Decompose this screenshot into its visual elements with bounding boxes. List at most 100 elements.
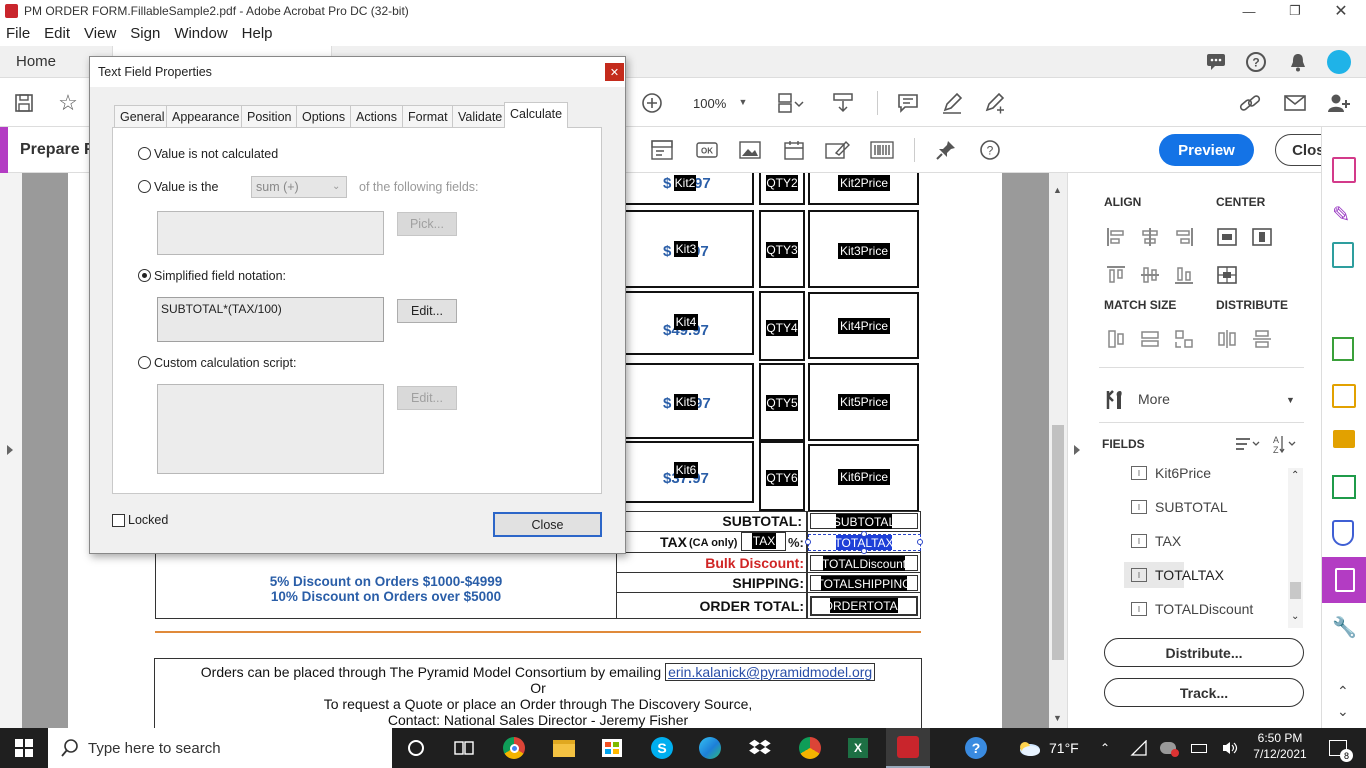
distribute-vertical-icon[interactable] — [1251, 328, 1273, 350]
scroll-thumb[interactable] — [1052, 425, 1064, 660]
close-window-button[interactable]: ✕ — [1318, 0, 1364, 22]
minimize-button[interactable]: — — [1226, 0, 1272, 22]
field-item-selected[interactable]: I TOTALTAX — [1131, 567, 1224, 583]
sign-pen-icon[interactable] — [982, 91, 1008, 115]
selection-handle[interactable] — [917, 539, 923, 545]
center-vertical-icon[interactable] — [1251, 226, 1273, 248]
tool-organize-icon[interactable] — [1332, 337, 1354, 361]
field-item[interactable]: I SUBTOTAL — [1131, 499, 1228, 515]
menu-sign[interactable]: Sign — [123, 22, 167, 42]
menu-help[interactable]: Help — [235, 22, 280, 42]
align-left-icon[interactable] — [1105, 226, 1127, 248]
tab-calculate[interactable]: Calculate — [504, 102, 569, 128]
task-view-icon[interactable] — [444, 728, 484, 768]
sort-az-icon[interactable]: AZ — [1271, 433, 1297, 455]
skype-icon[interactable]: S — [642, 728, 682, 768]
weather-icon[interactable] — [1014, 728, 1044, 768]
start-button[interactable] — [0, 728, 48, 768]
match-height-icon[interactable] — [1139, 328, 1161, 350]
barcode-tool-icon[interactable] — [869, 138, 895, 162]
scroll-up-arrow[interactable]: ▲ — [1053, 185, 1062, 195]
selection-handle[interactable] — [861, 548, 867, 554]
signature-tool-icon[interactable] — [823, 138, 851, 162]
network-icon[interactable] — [1128, 728, 1150, 768]
security-tray-icon[interactable] — [1157, 728, 1179, 768]
fields-scroll-down[interactable]: ⌄ — [1291, 611, 1299, 622]
acrobat-taskbar-icon[interactable] — [886, 728, 930, 768]
tool-export-pdf-icon[interactable] — [1332, 157, 1356, 183]
center-both-icon[interactable] — [1216, 264, 1238, 286]
prepare-help-icon[interactable]: ? — [978, 138, 1002, 162]
sort-order-icon[interactable] — [1234, 435, 1260, 453]
formula-box[interactable]: SUBTOTAL*(TAX/100) — [157, 297, 384, 342]
align-bottom-icon[interactable] — [1173, 264, 1195, 286]
tab-home[interactable]: Home — [16, 53, 56, 70]
field-item[interactable]: I TOTALDiscount — [1131, 601, 1253, 617]
preview-button[interactable]: Preview — [1159, 134, 1254, 166]
edit-formula-button[interactable]: Edit... — [397, 299, 457, 323]
excel-icon[interactable]: X — [838, 728, 878, 768]
restore-button[interactable]: ❐ — [1272, 0, 1318, 22]
fields-scroll-up[interactable]: ⌃ — [1291, 470, 1299, 481]
simplified-notation-radio[interactable] — [138, 269, 151, 282]
comment-icon[interactable] — [896, 91, 920, 115]
date-tool-icon[interactable] — [781, 138, 807, 162]
selection-handle[interactable] — [805, 539, 811, 545]
tray-overflow-icon[interactable]: ⌃ — [1094, 728, 1116, 768]
tab-appearance[interactable]: Appearance — [166, 105, 246, 127]
tab-validate[interactable]: Validate — [452, 105, 509, 127]
chrome-profile-icon[interactable] — [790, 728, 830, 768]
list-box-tool-icon[interactable] — [649, 138, 675, 162]
tool-create-pdf-icon[interactable] — [1332, 242, 1354, 268]
tool-protect-icon[interactable] — [1332, 520, 1354, 546]
pick-button[interactable]: Pick... — [397, 212, 457, 236]
tab-position[interactable]: Position — [241, 105, 298, 127]
zoom-in-icon[interactable] — [640, 91, 664, 115]
tool-comment-bubble-icon[interactable] — [1333, 430, 1355, 448]
tax-rate-field[interactable]: TAX — [752, 533, 776, 549]
align-top-icon[interactable] — [1105, 264, 1127, 286]
volume-icon[interactable] — [1219, 728, 1241, 768]
total-discount-field[interactable]: TOTALDiscount — [822, 556, 906, 571]
zoom-level[interactable]: 100% — [693, 96, 726, 111]
tab-format[interactable]: Format — [402, 105, 454, 127]
distribute-horizontal-icon[interactable] — [1216, 328, 1238, 350]
chrome-icon[interactable] — [494, 728, 534, 768]
tab-actions[interactable]: Actions — [350, 105, 403, 127]
dialog-close-x-button[interactable]: ✕ — [605, 63, 624, 81]
subtotal-field[interactable]: SUBTOTAL — [833, 514, 895, 529]
image-tool-icon[interactable] — [737, 138, 763, 162]
file-explorer-icon[interactable] — [544, 728, 584, 768]
zoom-dropdown-icon[interactable]: ▼ — [736, 95, 750, 109]
dropbox-icon[interactable] — [740, 728, 780, 768]
align-right-icon[interactable] — [1173, 226, 1195, 248]
track-button[interactable]: Track... — [1104, 678, 1304, 707]
locked-checkbox[interactable] — [112, 514, 125, 527]
match-both-icon[interactable] — [1173, 328, 1195, 350]
tool-edit-pdf-icon[interactable]: ✎ — [1332, 202, 1356, 228]
total-shipping-field[interactable]: TOTALSHIPPING — [817, 576, 911, 591]
more-dropdown-icon[interactable]: ▼ — [1286, 395, 1295, 405]
tool-prepare-form-active[interactable] — [1322, 557, 1366, 603]
email-icon[interactable] — [1282, 91, 1308, 115]
field-item[interactable]: I TAX — [1131, 533, 1181, 549]
scroll-down-arrow[interactable]: ▼ — [1053, 713, 1062, 723]
account-avatar[interactable] — [1327, 50, 1351, 74]
battery-icon[interactable] — [1188, 728, 1210, 768]
comments-icon[interactable] — [1204, 50, 1228, 74]
operation-select[interactable]: sum (+) ⌄ — [251, 176, 347, 198]
fields-scroll-thumb[interactable] — [1290, 582, 1301, 599]
help-icon[interactable]: ? — [1244, 50, 1268, 74]
edge-icon[interactable] — [690, 728, 730, 768]
scroll-mode-icon[interactable] — [830, 91, 856, 115]
selection-handle[interactable] — [861, 531, 867, 537]
value-is-the-radio[interactable] — [138, 180, 151, 193]
bell-icon[interactable] — [1286, 50, 1310, 74]
not-calculated-radio[interactable] — [138, 147, 151, 160]
page-layout-icon[interactable] — [776, 91, 806, 115]
align-center-icon[interactable] — [1139, 226, 1161, 248]
align-middle-icon[interactable] — [1139, 264, 1161, 286]
more-label[interactable]: More — [1138, 391, 1170, 407]
add-user-icon[interactable] — [1326, 91, 1352, 115]
fields-scrollbar[interactable]: ⌃ ⌄ — [1288, 468, 1303, 628]
